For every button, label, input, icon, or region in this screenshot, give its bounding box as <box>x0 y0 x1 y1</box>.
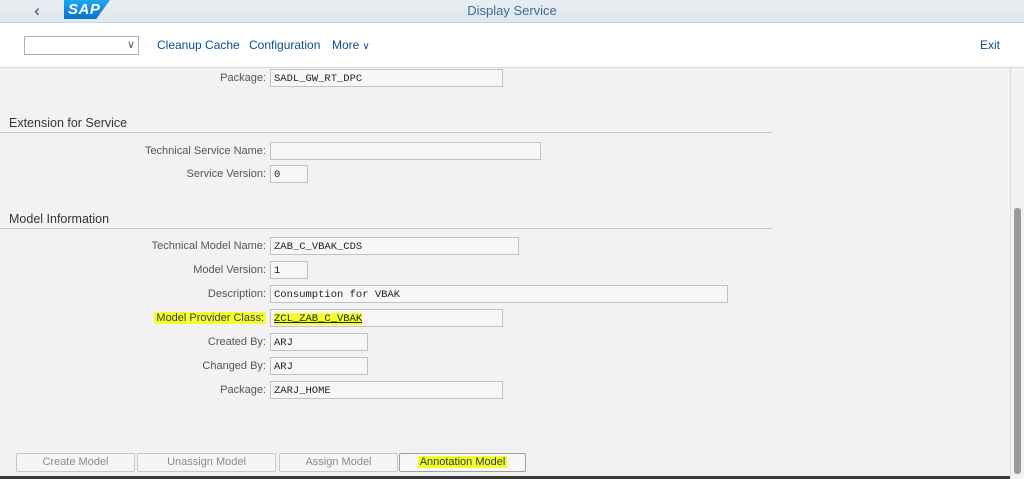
create-model-button[interactable]: Create Model <box>16 453 135 472</box>
sap-logo: SAP <box>64 0 110 19</box>
scrollbar-thumb[interactable] <box>1014 208 1021 474</box>
model-version-field[interactable]: 1 <box>270 261 308 279</box>
cleanup-cache-button[interactable]: Cleanup Cache <box>157 37 240 53</box>
chevron-down-icon: ∨ <box>362 41 370 52</box>
chevron-down-icon: ∨ <box>126 39 135 51</box>
configuration-button[interactable]: Configuration <box>249 37 320 53</box>
changed-by-label: Changed By: <box>202 360 266 372</box>
package-label: Package: <box>220 72 266 84</box>
changed-by-field[interactable]: ARJ <box>270 357 368 375</box>
vertical-scrollbar[interactable] <box>1010 68 1024 479</box>
command-field-dropdown[interactable]: ∨ <box>24 36 139 55</box>
technical-model-name-label: Technical Model Name: <box>151 240 266 252</box>
exit-button[interactable]: Exit <box>980 37 1000 53</box>
unassign-model-button[interactable]: Unassign Model <box>137 453 276 472</box>
technical-service-name-field[interactable] <box>270 142 541 160</box>
shell-bar: ‹ SAP Display Service <box>0 0 1024 23</box>
back-icon[interactable]: ‹ <box>26 0 48 22</box>
description-label: Description: <box>207 288 266 300</box>
model-package-field[interactable]: ZARJ_HOME <box>270 381 503 399</box>
technical-model-name-field[interactable]: ZAB_C_VBAK_CDS <box>270 237 519 255</box>
toolbar: ∨ Cleanup Cache Configuration More ∨ Exit <box>0 23 1024 68</box>
package-field[interactable]: SADL_GW_RT_DPC <box>270 69 503 87</box>
service-version-field[interactable]: 0 <box>270 165 308 183</box>
created-by-label: Created By: <box>207 336 266 348</box>
model-section-title: Model Information <box>9 212 110 226</box>
model-provider-class-value: ZCL_ZAB_C_VBAK <box>274 313 363 325</box>
more-button-label: More <box>332 38 360 52</box>
page-title: Display Service <box>467 3 557 18</box>
technical-service-name-label: Technical Service Name: <box>144 145 266 157</box>
extension-section-title: Extension for Service <box>9 116 128 130</box>
model-provider-class-label-text: Model Provider Class: <box>154 312 266 324</box>
model-provider-class-label: Model Provider Class: <box>100 309 266 327</box>
service-version-label: Service Version: <box>186 168 266 180</box>
assign-model-button[interactable]: Assign Model <box>279 453 398 472</box>
annotation-model-button-label: Annotation Model <box>417 456 508 468</box>
created-by-field[interactable]: ARJ <box>270 333 368 351</box>
model-provider-class-field[interactable]: ZCL_ZAB_C_VBAK <box>270 309 503 327</box>
section-divider <box>0 228 772 229</box>
model-package-label: Package: <box>220 384 266 396</box>
more-button[interactable]: More ∨ <box>332 37 370 53</box>
annotation-model-button[interactable]: Annotation Model <box>399 453 526 472</box>
description-field[interactable]: Consumption for VBAK <box>270 285 728 303</box>
model-version-label: Model Version: <box>193 264 266 276</box>
section-divider <box>0 132 772 133</box>
